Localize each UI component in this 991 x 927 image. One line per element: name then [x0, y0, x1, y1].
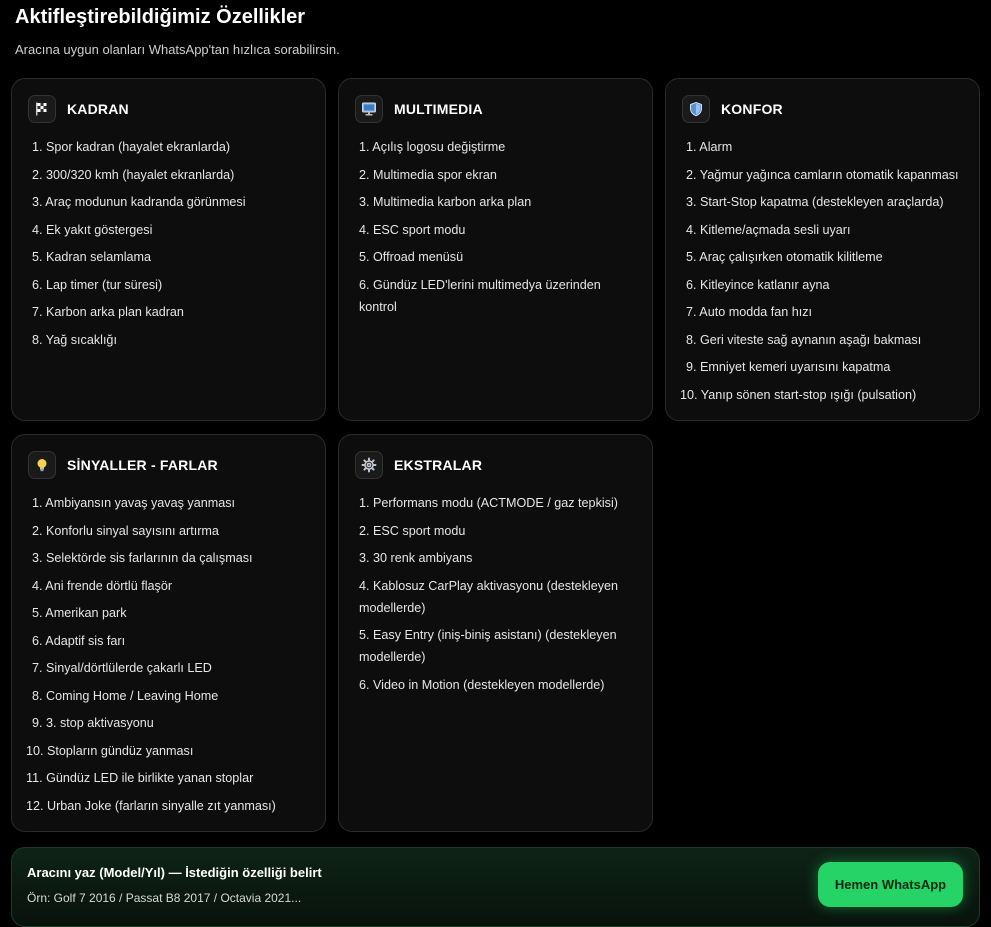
list-item: 4. Ek yakıt göstergesi — [32, 222, 153, 237]
cta-example: Örn: Golf 7 2016 / Passat B8 2017 / Octa… — [27, 891, 302, 905]
card-title: KONFOR — [721, 101, 783, 117]
list-item: 5. Araç çalışırken otomatik kilitleme — [686, 250, 883, 264]
list-item: 2. Konforlu sinyal sayısını artırma — [32, 523, 219, 538]
list-item: 5. Kadran selamlama — [32, 250, 152, 264]
card-title: MULTIMEDIA — [394, 101, 483, 117]
list-item: 7. Karbon arka plan kadran — [32, 305, 184, 319]
list-item: 1. Alarm — [686, 140, 733, 154]
feature-list: 1. Ambiyansın yavaş yavaş yanması 2. Kon… — [26, 492, 311, 822]
list-item: 9. Emniyet kemeri uyarısını kapatma — [686, 360, 891, 374]
list-item: 4. Kablosuz CarPlay aktivasyonu (destekl… — [359, 578, 619, 615]
list-item: 4. Kitleme/açmada sesli uyarı — [686, 222, 851, 237]
list-item: 8. Coming Home / Leaving Home — [32, 688, 219, 703]
list-item: 10. Stopların gündüz yanması — [26, 743, 194, 758]
list-item: 2. Multimedia spor ekran — [359, 167, 497, 182]
page-title: Aktifleştirebildiğimiz Özellikler — [15, 6, 306, 28]
list-item: 3. Multimedia karbon arka plan — [359, 195, 532, 209]
list-item: 7. Auto modda fan hızı — [686, 305, 813, 319]
whatsapp-button[interactable]: Hemen WhatsApp — [818, 862, 963, 907]
list-item: 3. 30 renk ambiyans — [359, 551, 473, 565]
list-item: 2. ESC sport modu — [359, 523, 466, 538]
list-item: 3. Start-Stop kapatma (destekleyen araçl… — [686, 195, 944, 209]
list-item: 6. Kitleyince katlanır ayna — [686, 277, 830, 292]
list-item: 6. Adaptif sis farı — [32, 633, 126, 648]
card-title: SİNYALLER - FARLAR — [67, 457, 218, 473]
card-multimedia: MULTIMEDIA 1. Açılış logosu değiştirme 2… — [338, 78, 653, 421]
list-item: 1. Spor kadran (hayalet ekranlarda) — [32, 140, 231, 154]
cta-heading: Aracını yaz (Model/Yıl) — İstediğin özel… — [27, 865, 322, 880]
feature-list: 1. Spor kadran (hayalet ekranlarda) 2. 3… — [32, 136, 311, 356]
card-title: EKSTRALAR — [394, 457, 483, 473]
list-item: 5. Easy Entry (iniş-biniş asistanı) (des… — [359, 628, 617, 664]
card-kadran: KADRAN 1. Spor kadran (hayalet ekranlard… — [11, 78, 326, 421]
list-item: 8. Yağ sıcaklığı — [32, 332, 117, 347]
list-item: 1. Performans modu (ACTMODE / gaz tepkis… — [359, 496, 618, 510]
list-item: 4. ESC sport modu — [359, 222, 466, 237]
list-item: 5. Offroad menüsü — [359, 250, 464, 264]
list-item: 5. Amerikan park — [32, 606, 127, 620]
page-subtitle: Aracına uygun olanları WhatsApp'tan hızl… — [15, 42, 340, 57]
list-item: 11. Gündüz LED ile birlikte yanan stopla… — [26, 771, 254, 785]
list-item: 3. Selektörde sis farlarının da çalışmas… — [32, 551, 253, 565]
list-item: 1. Açılış logosu değiştirme — [359, 140, 506, 154]
card-konfor: KONFOR 1. Alarm 2. Yağmur yağınca camlar… — [665, 78, 980, 421]
card-title: KADRAN — [67, 101, 129, 117]
list-item: 8. Geri viteste sağ aynanın aşağı bakmas… — [686, 332, 922, 347]
feature-list: 1. Açılış logosu değiştirme 2. Multimedi… — [359, 136, 638, 323]
light-bulb-icon — [28, 451, 56, 479]
card-header: KADRAN — [28, 95, 129, 123]
list-item: 9. 3. stop aktivasyonu — [32, 716, 154, 730]
checkered-flag-icon — [28, 95, 56, 123]
list-item: 6. Gündüz LED'lerini multimedya üzerinde… — [359, 277, 601, 314]
card-header: MULTIMEDIA — [355, 95, 483, 123]
list-item: 4. Ani frende dörtlü flaşör — [32, 578, 173, 593]
list-item: 7. Sinyal/dörtlülerde çakarlı LED — [32, 661, 212, 675]
card-header: SİNYALLER - FARLAR — [28, 451, 218, 479]
card-sinyaller-farlar: SİNYALLER - FARLAR 1. Ambiyansın yavaş y… — [11, 434, 326, 832]
card-header: EKSTRALAR — [355, 451, 482, 479]
list-item: 6. Lap timer (tur süresi) — [32, 277, 163, 292]
monitor-icon — [355, 95, 383, 123]
list-item: 3. Araç modunun kadranda görünmesi — [32, 195, 246, 209]
gear-icon — [355, 451, 383, 479]
list-item: 2. 300/320 kmh (hayalet ekranlarda) — [32, 167, 235, 182]
shield-icon — [682, 95, 710, 123]
whatsapp-cta-banner: Aracını yaz (Model/Yıl) — İstediğin özel… — [11, 847, 980, 927]
list-item: 2. Yağmur yağınca camların otomatik kapa… — [686, 167, 959, 182]
feature-list: 1. Alarm 2. Yağmur yağınca camların otom… — [680, 136, 965, 411]
list-item: 1. Ambiyansın yavaş yavaş yanması — [32, 496, 235, 510]
list-item: 12. Urban Joke (farların sinyalle zıt ya… — [26, 798, 276, 813]
list-item: 6. Video in Motion (destekleyen modeller… — [359, 677, 605, 692]
list-item: 10. Yanıp sönen start-stop ışığı (pulsat… — [680, 387, 917, 402]
card-ekstralar: EKSTRALAR 1. Performans modu (ACTMODE / … — [338, 434, 653, 832]
feature-list: 1. Performans modu (ACTMODE / gaz tepkis… — [359, 492, 638, 701]
card-header: KONFOR — [682, 95, 783, 123]
